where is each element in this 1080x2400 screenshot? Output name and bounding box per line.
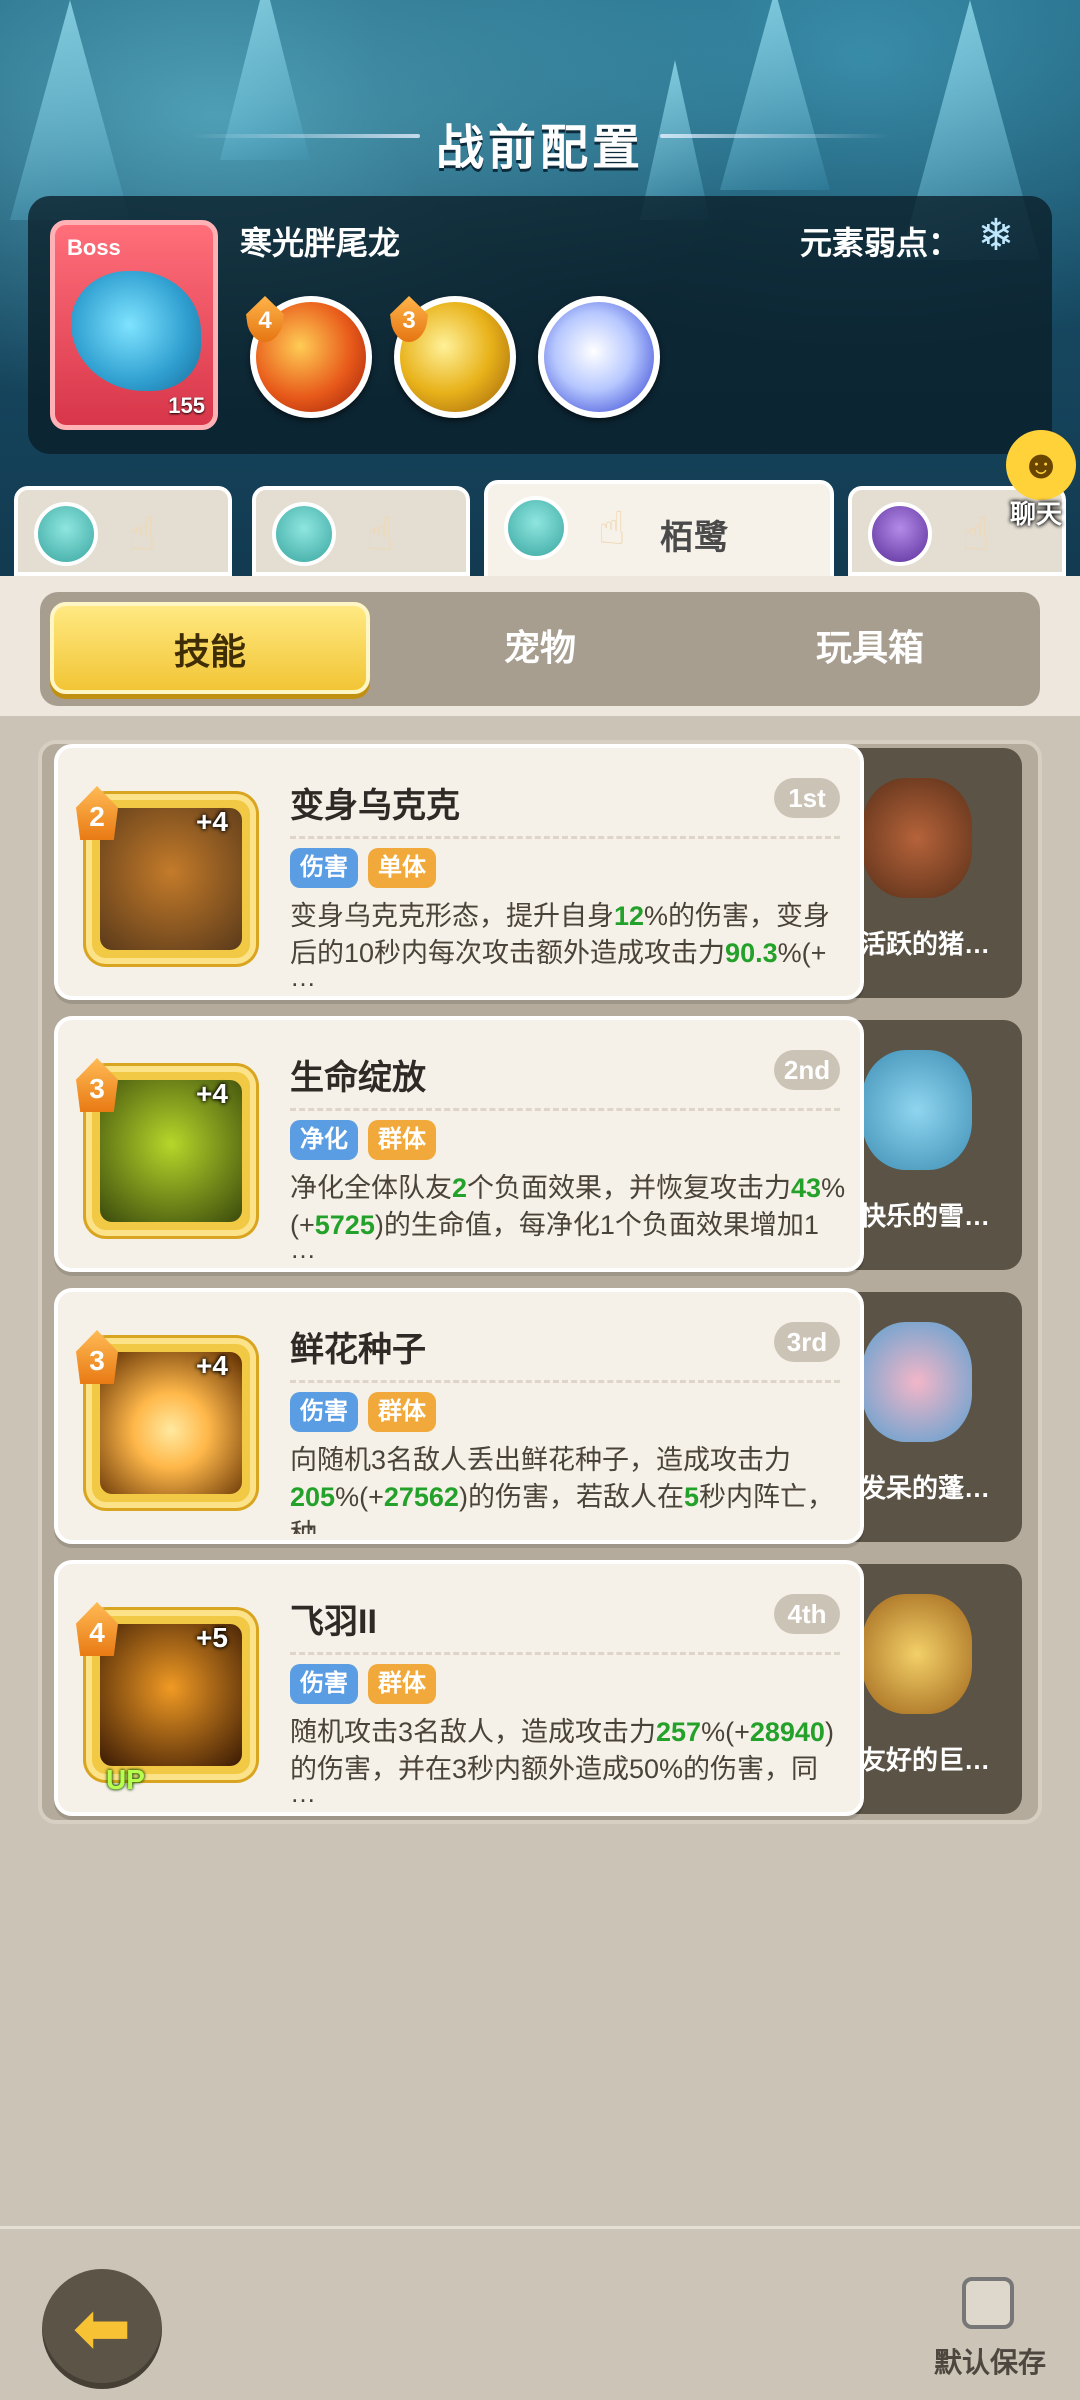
tab-toybox[interactable]: 玩具箱 xyxy=(710,602,1030,694)
chat-button[interactable]: ☻ 聊天 xyxy=(956,430,1076,530)
pet-name: 活跃的猪… xyxy=(860,929,991,959)
skill-list: 活跃的猪… 2 +4 变身乌克克 1st 伤害 单体 变身乌克克形态，提升自身1… xyxy=(38,740,1042,1824)
tab-bar: 技能 宠物 玩具箱 xyxy=(40,592,1040,706)
skill-card[interactable]: 3 +4 鲜花种子 3rd 伤害 群体 向随机3名敌人丢出鲜花种子，造成攻击力2… xyxy=(54,1288,864,1544)
skill-tag: 群体 xyxy=(368,1120,436,1160)
ellipsis: … xyxy=(290,962,316,992)
upgrade-badge: UP xyxy=(106,1764,145,1795)
ellipsis: … xyxy=(290,1234,316,1264)
default-save-label: 默认保存 xyxy=(934,2347,1047,2378)
skill-plus-level: +4 xyxy=(196,1078,228,1109)
skill-tag: 群体 xyxy=(368,1664,436,1704)
skill-description: 净化全体队友2个负面效果，并恢复攻击力43%(+5725)的生命值，每净化1个负… xyxy=(290,1173,846,1240)
skill-rank: 4th xyxy=(774,1594,840,1634)
skill-rank: 2nd xyxy=(774,1050,840,1090)
divider xyxy=(290,1652,840,1655)
pet-portrait xyxy=(862,1050,972,1170)
pet-name: 快乐的雪… xyxy=(860,1201,991,1231)
pet-portrait xyxy=(862,1322,972,1442)
boss-level: 155 xyxy=(168,393,205,418)
team-member-name: 栢鹭 xyxy=(660,519,728,557)
skill-tag: 伤害 xyxy=(290,848,358,888)
pet-name: 友好的巨… xyxy=(860,1745,991,1775)
skill-card[interactable]: 2 +4 变身乌克克 1st 伤害 单体 变身乌克克形态，提升自身12%的伤害，… xyxy=(54,744,864,1000)
skill-description: 随机攻击3名敌人，造成攻击力257%(+28940)的伤害，并在3秒内额外造成5… xyxy=(290,1717,834,1784)
back-button[interactable]: ⬅ xyxy=(42,2269,162,2389)
page-title: 战前配置 xyxy=(435,122,644,175)
skill-rank: 3rd xyxy=(774,1322,840,1362)
skill-plus-level: +5 xyxy=(196,1622,228,1653)
main-content: 技能 宠物 玩具箱 活跃的猪… 2 +4 变身乌克克 1st 伤害 单体 变身乌… xyxy=(0,576,1080,2226)
divider xyxy=(290,1380,840,1383)
boss-skill-ice-icon[interactable] xyxy=(538,296,660,418)
tap-hand-icon: ☝ xyxy=(366,508,395,560)
pet-portrait xyxy=(862,778,972,898)
avatar xyxy=(272,502,336,566)
skill-description: 向随机3名敌人丢出鲜花种子，造成攻击力205%(+27562)的伤害，若敌人在5… xyxy=(290,1445,834,1534)
ellipsis: … xyxy=(290,1506,316,1536)
team-member-tab-2[interactable]: ☝ xyxy=(252,486,470,576)
skill-name: 鲜花种子 xyxy=(290,1331,426,1369)
bottom-bar: ⬅ 默认保存 xyxy=(0,2226,1080,2400)
tap-hand-icon: ☝ xyxy=(128,508,157,560)
divider xyxy=(290,836,840,839)
tab-pets[interactable]: 宠物 xyxy=(380,602,700,694)
avatar xyxy=(868,502,932,566)
pet-portrait xyxy=(862,1594,972,1714)
boss-tag: Boss xyxy=(67,235,121,260)
skill-name: 飞羽II xyxy=(290,1603,377,1641)
skill-card[interactable]: 4 +5 UP 飞羽II 4th 伤害 群体 随机攻击3名敌人，造成攻击力257… xyxy=(54,1560,864,1816)
skill-card[interactable]: 3 +4 生命绽放 2nd 净化 群体 净化全体队友2个负面效果，并恢复攻击力4… xyxy=(54,1016,864,1272)
skill-name: 生命绽放 xyxy=(290,1059,426,1097)
tab-strip: 技能 宠物 玩具箱 xyxy=(0,576,1080,716)
skill-tag: 伤害 xyxy=(290,1392,358,1432)
skill-tag: 单体 xyxy=(368,848,436,888)
skill-tag: 伤害 xyxy=(290,1664,358,1704)
chat-label: 聊天 xyxy=(1009,499,1062,529)
boss-name: 寒光胖尾龙 xyxy=(240,225,401,261)
smiley-chat-icon: ☻ xyxy=(1006,430,1076,500)
team-member-tab-3[interactable]: ☝ 栢鹭 xyxy=(484,480,834,580)
team-member-tab-1[interactable]: ☝ xyxy=(14,486,232,576)
battle-scene-background: 战前配置 Boss 155 寒光胖尾龙 元素弱点： ❄ 4 3 ☝ ☝ ☝ 栢鹭… xyxy=(0,0,1080,580)
pet-name: 发呆的蓬… xyxy=(860,1473,991,1503)
skill-name: 变身乌克克 xyxy=(290,787,460,825)
back-arrow-icon: ⬅ xyxy=(72,2289,132,2367)
skill-tag: 净化 xyxy=(290,1120,358,1160)
tap-hand-icon: ☝ xyxy=(598,502,627,554)
divider xyxy=(290,1108,840,1111)
snowflake-icon[interactable]: ❄ xyxy=(970,210,1022,262)
avatar xyxy=(504,496,568,560)
avatar xyxy=(34,502,98,566)
skill-description: 变身乌克克形态，提升自身12%的伤害，变身后的10秒内每次攻击额外造成攻击力90… xyxy=(290,901,831,968)
boss-info-panel: Boss 155 寒光胖尾龙 元素弱点： ❄ 4 3 xyxy=(28,196,1052,454)
skill-tag: 群体 xyxy=(368,1392,436,1432)
element-weakness-label: 元素弱点： xyxy=(799,225,960,261)
tab-skills[interactable]: 技能 xyxy=(50,602,370,694)
default-save-checkbox[interactable] xyxy=(962,2277,1014,2329)
skill-plus-level: +4 xyxy=(196,806,228,837)
boss-card[interactable]: Boss 155 xyxy=(50,220,218,430)
boss-portrait xyxy=(71,271,201,391)
skill-plus-level: +4 xyxy=(196,1350,228,1381)
ellipsis: … xyxy=(290,1778,316,1808)
skill-rank: 1st xyxy=(774,778,840,818)
